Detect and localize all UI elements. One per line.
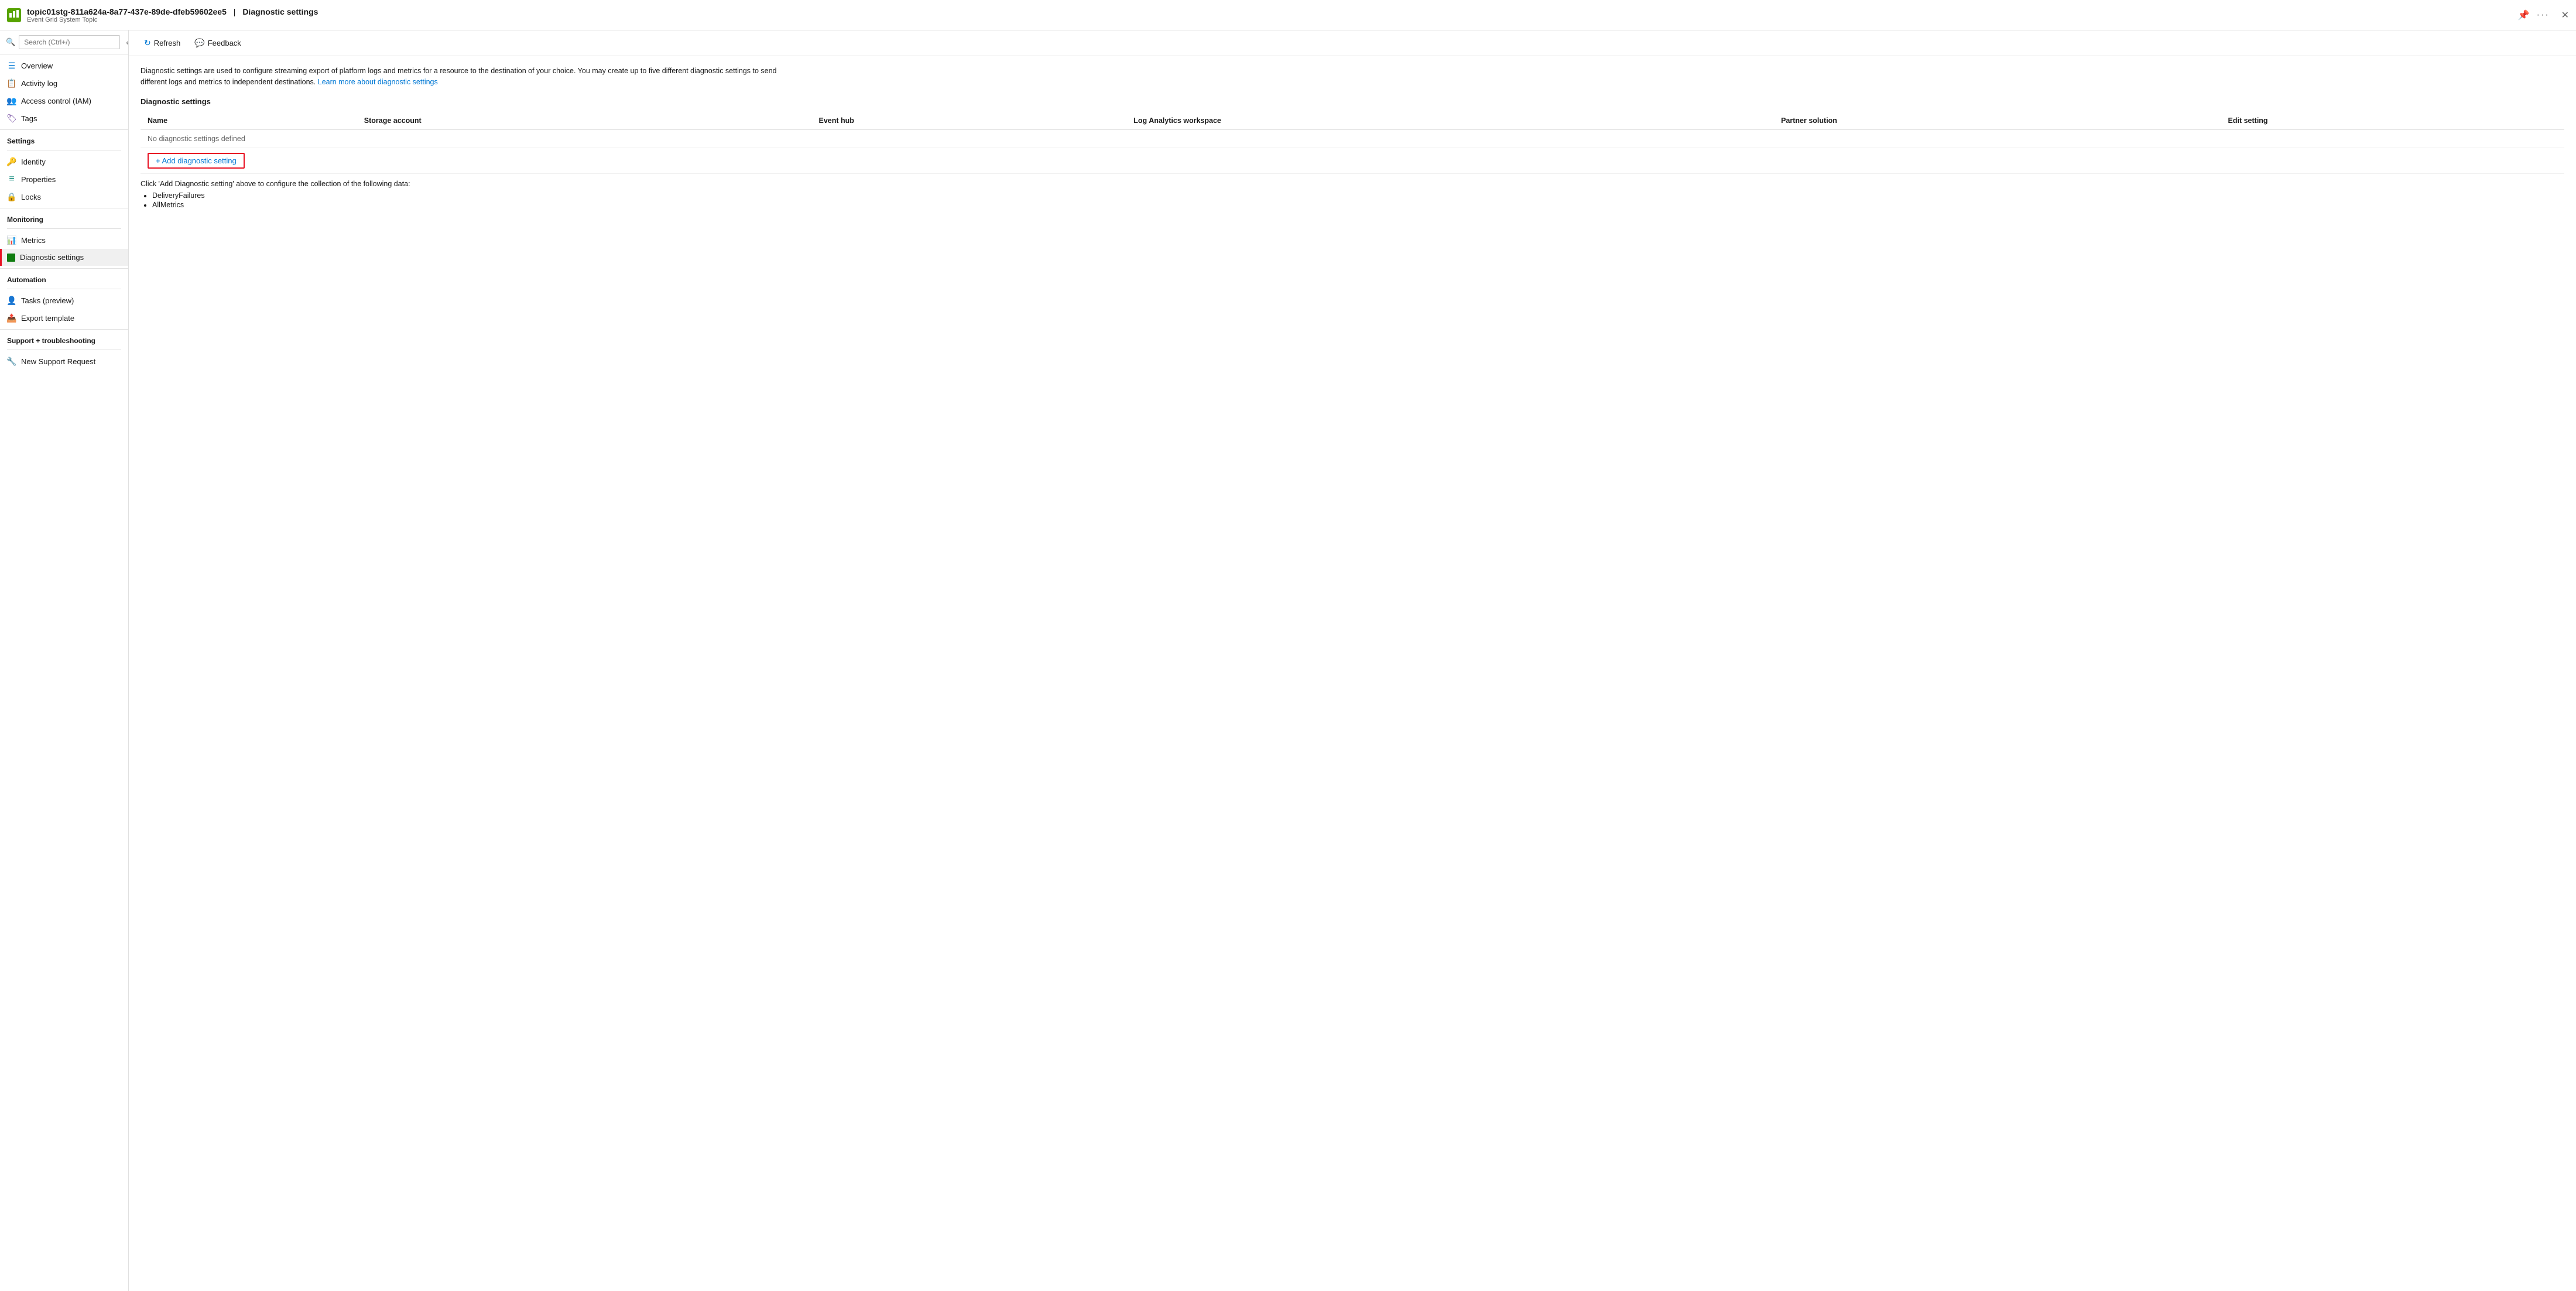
description-main: Diagnostic settings are used to configur… [141, 67, 776, 86]
diagnostic-settings-icon [7, 254, 15, 262]
sidebar-label-activity-log: Activity log [21, 79, 57, 88]
search-container: 🔍 « [0, 30, 128, 54]
page-title: Diagnostic settings [242, 7, 318, 16]
sidebar-item-locks[interactable]: 🔒 Locks [0, 188, 128, 206]
refresh-icon: ↻ [144, 38, 151, 48]
toolbar: ↻ Refresh 💬 Feedback [129, 30, 2576, 56]
sidebar-item-properties[interactable]: ≡ Properties [0, 170, 128, 188]
collapse-button[interactable]: « [124, 36, 129, 48]
sidebar-item-export-template[interactable]: 📤 Export template [0, 309, 128, 327]
sidebar-item-overview[interactable]: ☰ Overview [0, 57, 128, 74]
export-template-icon: 📤 [7, 313, 16, 323]
monitoring-divider [7, 228, 121, 229]
list-item-delivery-failures: DeliveryFailures [152, 191, 2564, 200]
monitoring-section-label: Monitoring [0, 208, 128, 226]
overview-icon: ☰ [7, 61, 16, 70]
feedback-button[interactable]: 💬 Feedback [189, 35, 247, 51]
sidebar-item-metrics[interactable]: 📊 Metrics [0, 231, 128, 249]
sidebar-item-diagnostic-settings[interactable]: Diagnostic settings [0, 249, 128, 266]
data-items-list: DeliveryFailures AllMetrics [152, 191, 2564, 209]
sidebar-item-tasks[interactable]: 👤 Tasks (preview) [0, 292, 128, 309]
title-separator: | [234, 7, 236, 16]
list-item-all-metrics: AllMetrics [152, 201, 2564, 209]
sidebar-label-diagnostic-settings: Diagnostic settings [20, 253, 84, 262]
sidebar-label-access-control: Access control (IAM) [21, 97, 91, 105]
add-setting-row: + Add diagnostic setting [141, 148, 2564, 173]
add-diagnostic-setting-button[interactable]: + Add diagnostic setting [148, 153, 245, 169]
close-icon[interactable]: ✕ [2561, 9, 2569, 21]
search-input[interactable] [19, 35, 120, 49]
sidebar-item-new-support[interactable]: 🔧 New Support Request [0, 352, 128, 370]
pin-icon[interactable]: 📌 [2518, 9, 2530, 21]
sidebar-label-overview: Overview [21, 61, 53, 70]
sidebar-label-properties: Properties [21, 175, 56, 184]
refresh-button[interactable]: ↻ Refresh [138, 35, 186, 51]
sidebar-label-identity: Identity [21, 157, 46, 166]
sidebar-label-tags: Tags [21, 114, 37, 123]
page-content: Diagnostic settings are used to configur… [129, 56, 2576, 220]
sidebar-label-new-support: New Support Request [21, 357, 95, 366]
locks-icon: 🔒 [7, 192, 16, 201]
sidebar-label-locks: Locks [21, 193, 41, 201]
resource-name: topic01stg-811a624a-8a77-437e-89de-dfeb5… [27, 7, 227, 16]
new-support-icon: 🔧 [7, 357, 16, 366]
tags-icon: 🏷 [7, 114, 16, 123]
access-control-icon: 👥 [7, 96, 16, 105]
sidebar-nav: ☰ Overview 📋 Activity log 👥 Access contr… [0, 54, 128, 1291]
properties-icon: ≡ [7, 174, 16, 184]
col-header-log-analytics: Log Analytics workspace [1126, 112, 1774, 130]
sidebar-item-activity-log[interactable]: 📋 Activity log [0, 74, 128, 92]
title-bar: topic01stg-811a624a-8a77-437e-89de-dfeb5… [0, 0, 2576, 30]
feedback-icon: 💬 [194, 38, 204, 48]
resource-icon [7, 8, 21, 22]
sidebar: 🔍 « ☰ Overview 📋 Activity log 👥 Access c… [0, 30, 129, 1291]
learn-more-link[interactable]: Learn more about diagnostic settings [318, 78, 438, 86]
metrics-icon: 📊 [7, 235, 16, 245]
description-text: Diagnostic settings are used to configur… [141, 66, 785, 88]
refresh-label: Refresh [154, 39, 181, 47]
settings-section-label: Settings [0, 129, 128, 148]
add-setting-label: + Add diagnostic setting [156, 156, 237, 165]
title-bar-actions: 📌 ··· ✕ [2518, 9, 2569, 21]
page-main-title: topic01stg-811a624a-8a77-437e-89de-dfeb5… [27, 7, 2518, 16]
no-settings-text: No diagnostic settings defined [141, 129, 2564, 148]
diagnostic-settings-table: Name Storage account Event hub Log Analy… [141, 112, 2564, 174]
search-icon: 🔍 [6, 37, 15, 47]
col-header-partner: Partner solution [1774, 112, 2221, 130]
content-area: ↻ Refresh 💬 Feedback Diagnostic settings… [129, 30, 2576, 1291]
identity-icon: 🔑 [7, 157, 16, 166]
activity-log-icon: 📋 [7, 78, 16, 88]
sidebar-label-metrics: Metrics [21, 236, 46, 245]
automation-section-label: Automation [0, 268, 128, 286]
click-info-text: Click 'Add Diagnostic setting' above to … [141, 180, 2564, 188]
sidebar-label-export-template: Export template [21, 314, 74, 323]
resource-type: Event Grid System Topic [27, 16, 2518, 23]
title-bar-text: topic01stg-811a624a-8a77-437e-89de-dfeb5… [27, 7, 2518, 23]
more-icon[interactable]: ··· [2537, 10, 2550, 20]
col-header-edit: Edit setting [2221, 112, 2564, 130]
sidebar-label-tasks: Tasks (preview) [21, 296, 74, 305]
col-header-name: Name [141, 112, 357, 130]
diagnostic-settings-section-title: Diagnostic settings [141, 97, 2564, 106]
support-section-label: Support + troubleshooting [0, 329, 128, 347]
col-header-event-hub: Event hub [812, 112, 1127, 130]
feedback-label: Feedback [208, 39, 241, 47]
add-setting-cell: + Add diagnostic setting [141, 148, 2564, 173]
sidebar-item-access-control[interactable]: 👥 Access control (IAM) [0, 92, 128, 109]
no-settings-row: No diagnostic settings defined [141, 129, 2564, 148]
main-layout: 🔍 « ☰ Overview 📋 Activity log 👥 Access c… [0, 30, 2576, 1291]
tasks-icon: 👤 [7, 296, 16, 305]
sidebar-item-identity[interactable]: 🔑 Identity [0, 153, 128, 170]
sidebar-item-tags[interactable]: 🏷 Tags [0, 109, 128, 127]
col-header-storage: Storage account [357, 112, 812, 130]
